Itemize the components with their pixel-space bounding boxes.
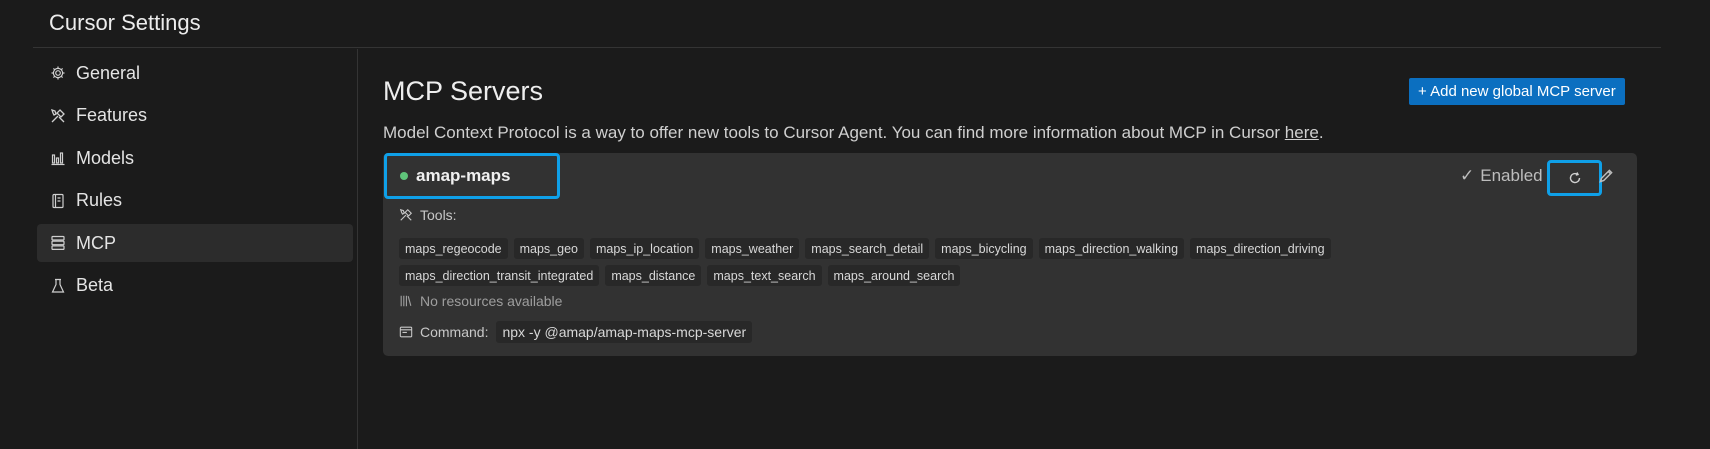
tools-header: Tools: xyxy=(399,207,457,223)
command-label: Command: xyxy=(420,324,489,340)
sidebar-item-mcp[interactable]: MCP xyxy=(37,224,353,262)
tool-chip: maps_regeocode xyxy=(399,238,508,259)
sidebar: General Features Models Rules MCP Beta xyxy=(37,54,353,309)
title-divider xyxy=(33,47,1661,48)
description-suffix: . xyxy=(1318,123,1324,142)
tool-chip: maps_ip_location xyxy=(589,238,700,259)
description: Model Context Protocol is a way to offer… xyxy=(383,123,1324,143)
status-indicator xyxy=(400,172,408,180)
tool-chip: maps_distance xyxy=(605,265,702,286)
window-title: Cursor Settings xyxy=(49,10,201,35)
sidebar-item-beta[interactable]: Beta xyxy=(37,267,353,305)
sidebar-item-models[interactable]: Models xyxy=(37,139,353,177)
enabled-toggle[interactable]: ✓ Enabled xyxy=(1460,166,1543,186)
tool-chip: maps_geo xyxy=(513,238,584,259)
sidebar-item-label: Beta xyxy=(76,275,114,295)
refresh-button[interactable] xyxy=(1547,160,1602,196)
page-title: MCP Servers xyxy=(383,76,544,106)
sidebar-divider xyxy=(357,49,358,449)
server-name: amap-maps xyxy=(416,166,511,185)
sidebar-item-label: Models xyxy=(76,147,135,168)
sidebar-item-rules[interactable]: Rules xyxy=(37,182,353,220)
pencil-icon[interactable] xyxy=(1597,167,1615,185)
tool-chip: maps_search_detail xyxy=(805,238,930,259)
bar-chart-icon xyxy=(50,150,66,166)
command-row: Command: npx -y @amap/amap-maps-mcp-serv… xyxy=(399,321,753,343)
library-icon xyxy=(400,295,412,307)
command-value: npx -y @amap/amap-maps-mcp-server xyxy=(496,321,753,343)
flask-icon xyxy=(50,278,66,294)
server-name-highlight: amap-maps xyxy=(384,153,560,199)
sidebar-item-label: Features xyxy=(76,105,148,125)
sidebar-item-label: MCP xyxy=(76,232,116,253)
tool-chip: maps_text_search xyxy=(707,265,822,286)
sidebar-item-features[interactable]: Features xyxy=(37,97,353,135)
tools-icon xyxy=(50,108,66,124)
sidebar-item-label: General xyxy=(76,62,141,83)
terminal-icon xyxy=(399,326,413,338)
description-text: Model Context Protocol is a way to offer… xyxy=(383,123,1285,142)
tools-icon xyxy=(399,208,413,221)
resources-label: No resources available xyxy=(420,293,563,309)
sidebar-item-label: Rules xyxy=(76,190,123,210)
sidebar-item-general[interactable]: General xyxy=(37,54,353,92)
here-link[interactable]: here xyxy=(1285,123,1319,142)
tool-chip: maps_direction_driving xyxy=(1190,238,1331,259)
book-icon xyxy=(50,193,66,209)
tool-chip: maps_around_search xyxy=(827,265,961,286)
gear-icon xyxy=(50,65,66,81)
tools-row-2: maps_direction_transit_integrated maps_d… xyxy=(399,265,961,286)
refresh-icon xyxy=(1569,172,1580,184)
resources-status: No resources available xyxy=(399,293,562,309)
add-global-mcp-server-button[interactable]: + Add new global MCP server xyxy=(1409,78,1625,105)
tool-chip: maps_bicycling xyxy=(935,238,1033,259)
tool-chip: maps_direction_walking xyxy=(1038,238,1185,259)
server-icon xyxy=(50,235,66,251)
check-icon: ✓ xyxy=(1460,166,1475,185)
tools-label: Tools: xyxy=(420,207,457,223)
tool-chip: maps_direction_transit_integrated xyxy=(399,265,600,286)
server-card: amap-maps ✓ Enabled Tools: maps_regeocod… xyxy=(383,153,1637,356)
enabled-label: Enabled xyxy=(1480,166,1543,185)
tools-row-1: maps_regeocode maps_geo maps_ip_location… xyxy=(399,238,1331,259)
tool-chip: maps_weather xyxy=(705,238,800,259)
